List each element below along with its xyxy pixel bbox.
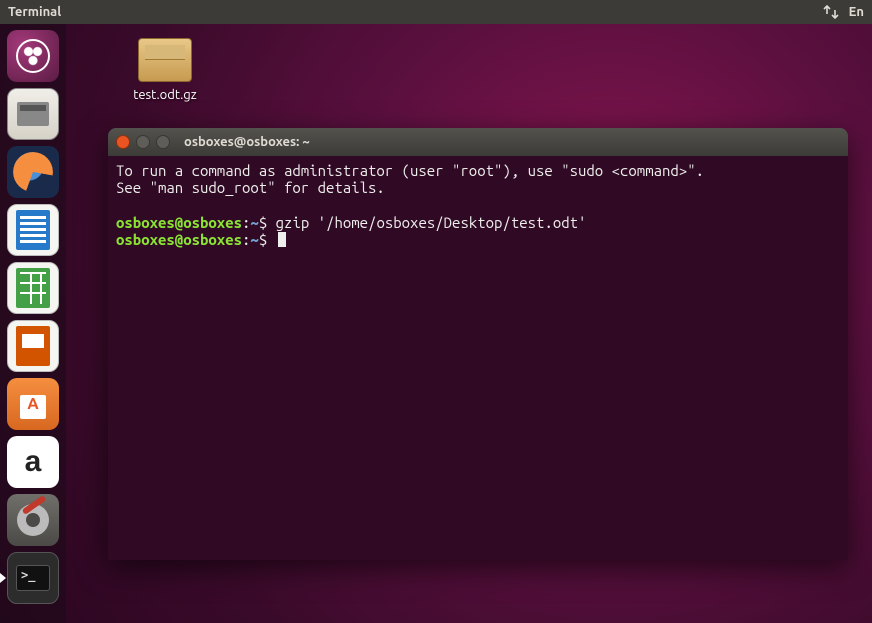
window-title: osboxes@osboxes: ~ [184, 135, 310, 149]
window-maximize-button[interactable] [156, 135, 170, 149]
terminal-cursor [278, 232, 286, 247]
launcher-files-icon[interactable] [7, 88, 59, 140]
prompt-user: osboxes@osboxes [116, 214, 242, 231]
launcher-terminal-icon[interactable] [7, 552, 59, 604]
top-menubar: Terminal En [0, 0, 872, 24]
window-close-button[interactable] [116, 135, 130, 149]
prompt-path: ~ [250, 214, 258, 231]
launcher-software-icon[interactable] [7, 378, 59, 430]
terminal-intro-line1: To run a command as administrator (user … [116, 162, 704, 179]
launcher-amazon-icon[interactable]: a [7, 436, 59, 488]
prompt-symbol: $ [259, 231, 267, 248]
window-titlebar[interactable]: osboxes@osboxes: ~ [108, 128, 848, 156]
launcher-firefox-icon[interactable] [7, 146, 59, 198]
prompt-path: ~ [250, 231, 258, 248]
terminal-body[interactable]: To run a command as administrator (user … [108, 156, 848, 560]
archive-icon [138, 38, 192, 82]
desktop-file-icon[interactable]: test.odt.gz [120, 38, 210, 102]
terminal-command-1: gzip '/home/osboxes/Desktop/test.odt' [276, 214, 587, 231]
terminal-window: osboxes@osboxes: ~ To run a command as a… [108, 128, 848, 560]
launcher-writer-icon[interactable] [7, 204, 59, 256]
prompt-user: osboxes@osboxes [116, 231, 242, 248]
launcher-settings-icon[interactable] [7, 494, 59, 546]
launcher-dash-icon[interactable] [7, 30, 59, 82]
launcher-calc-icon[interactable] [7, 262, 59, 314]
window-minimize-button[interactable] [136, 135, 150, 149]
desktop-file-label: test.odt.gz [120, 88, 210, 102]
prompt-symbol: $ [259, 214, 267, 231]
launcher-impress-icon[interactable] [7, 320, 59, 372]
app-title: Terminal [8, 5, 61, 19]
network-indicator-icon[interactable] [823, 4, 839, 20]
terminal-intro-line2: See "man sudo_root" for details. [116, 179, 385, 196]
unity-launcher: a [0, 24, 66, 623]
language-indicator[interactable]: En [849, 5, 864, 19]
